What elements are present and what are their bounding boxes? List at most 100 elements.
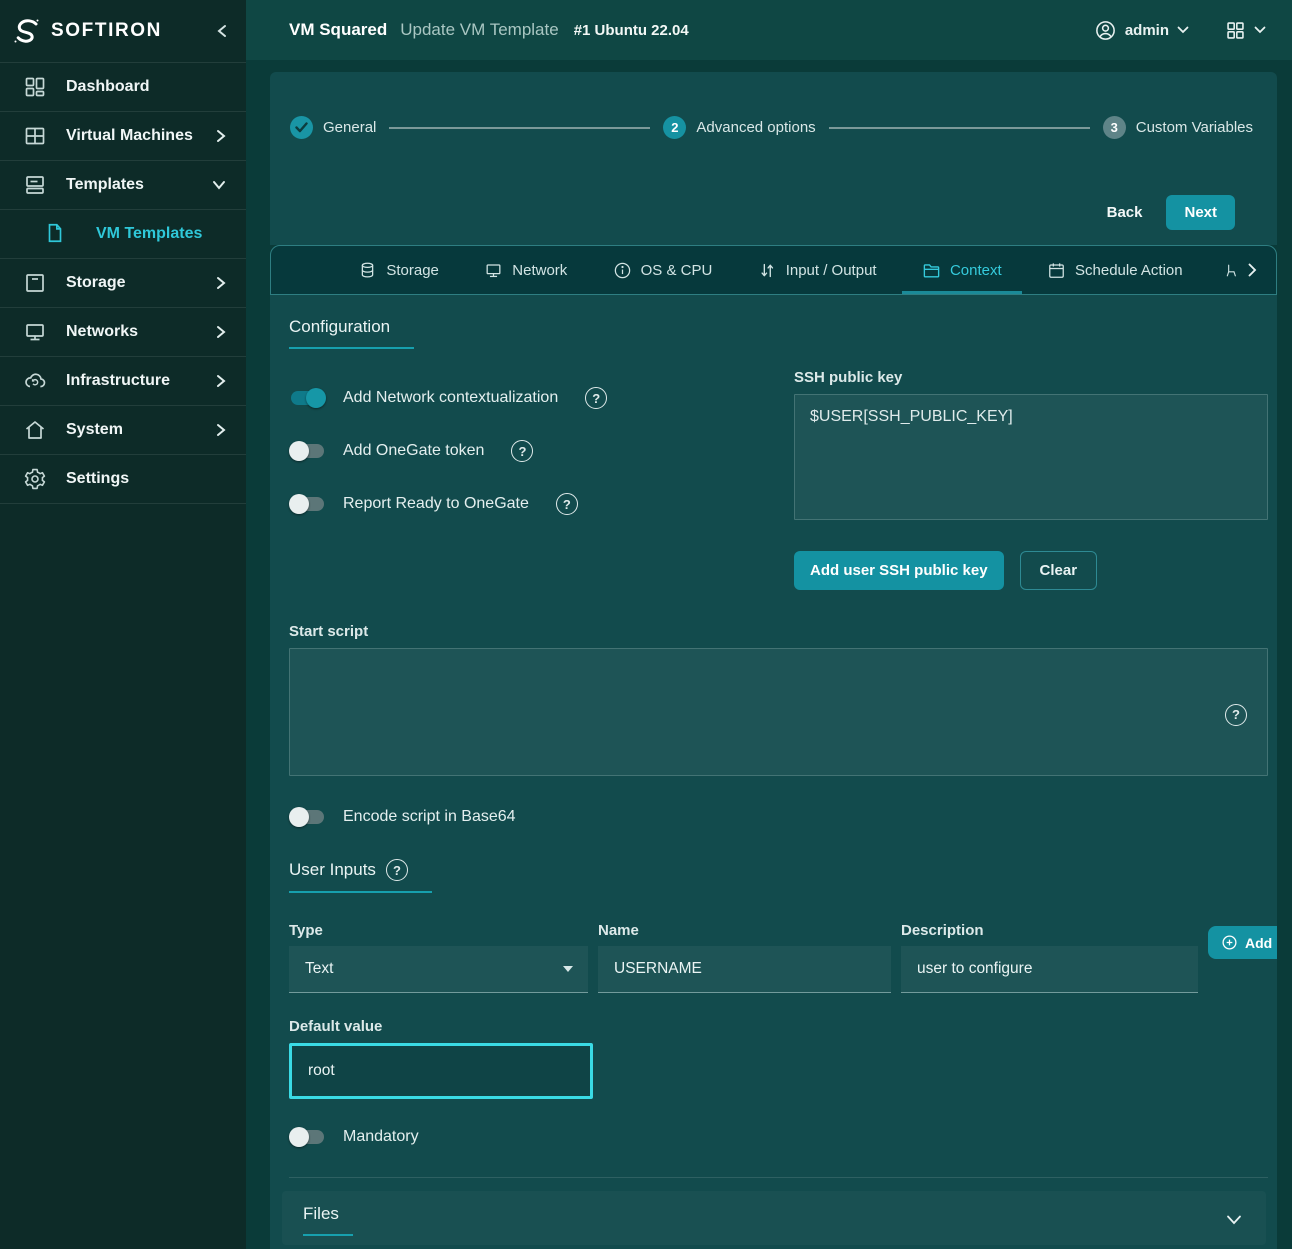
sidebar-item-virtual-machines[interactable]: Virtual Machines [0, 112, 246, 161]
toggle-label: Add OneGate token [343, 442, 484, 460]
section-divider [289, 1177, 1268, 1178]
page-title: Update VM Template [400, 20, 558, 40]
infrastructure-icon [23, 369, 47, 393]
chevron-down-icon[interactable] [1226, 1215, 1242, 1225]
clear-ssh-key-button[interactable]: Clear [1020, 551, 1098, 590]
add-button-label: Add [1245, 935, 1272, 951]
help-icon[interactable] [386, 859, 408, 881]
chevron-right-icon [216, 325, 226, 339]
tabs-scroll-right-icon[interactable] [1248, 263, 1257, 277]
step-custom-variables[interactable]: 3 Custom Variables [1103, 116, 1253, 139]
tab-list: Storage Network OS & CPU [271, 246, 1224, 294]
default-value-input[interactable] [289, 1043, 593, 1099]
ssh-key-textarea[interactable]: $USER[SSH_PUBLIC_KEY] [794, 394, 1268, 520]
apps-menu[interactable] [1225, 20, 1266, 41]
sidebar-item-vm-templates[interactable]: VM Templates [0, 210, 246, 259]
wizard-stepper-card: General 2 Advanced options 3 Custom Vari… [270, 72, 1277, 245]
toggle-switch[interactable] [289, 388, 326, 408]
app-title: VM Squared [289, 20, 387, 40]
toggle-label: Encode script in Base64 [343, 808, 516, 826]
toggle-add-network-contextualization: Add Network contextualization [289, 387, 794, 409]
sidebar-item-label: Networks [66, 323, 138, 341]
user-circle-icon [1094, 19, 1117, 42]
sidebar-menu: Dashboard Virtual Machines Templates [0, 62, 246, 504]
toggle-report-ready-onegate: Report Ready to OneGate [289, 493, 794, 515]
help-icon[interactable] [585, 387, 607, 409]
vm-templates-file-icon [44, 222, 68, 246]
toggle-switch[interactable] [289, 494, 326, 514]
files-accordion[interactable]: Files [282, 1191, 1266, 1245]
sidebar-item-label: Settings [66, 470, 129, 488]
type-label: Type [289, 922, 588, 939]
settings-gear-icon [23, 467, 47, 491]
add-user-ssh-key-button[interactable]: Add user SSH public key [794, 551, 1004, 590]
tab-label: Network [512, 262, 567, 279]
sidebar-item-infrastructure[interactable]: Infrastructure [0, 357, 246, 406]
virtual-machines-icon [23, 124, 47, 148]
toggle-switch[interactable] [289, 1127, 326, 1147]
help-icon[interactable] [1225, 704, 1247, 726]
sidebar-item-system[interactable]: System [0, 406, 246, 455]
sidebar-collapse-icon[interactable] [216, 24, 228, 38]
start-script-label: Start script [289, 623, 1268, 640]
sidebar-item-templates[interactable]: Templates [0, 161, 246, 210]
help-icon[interactable] [556, 493, 578, 515]
user-menu[interactable]: admin [1094, 19, 1189, 42]
ssh-key-actions: Add user SSH public key Clear [794, 551, 1268, 590]
tab-schedule-action[interactable]: Schedule Action [1043, 246, 1187, 294]
topbar-right: admin [1094, 19, 1266, 42]
description-input[interactable] [901, 946, 1198, 993]
name-input[interactable] [598, 946, 891, 993]
help-icon[interactable] [511, 440, 533, 462]
back-button[interactable]: Back [1107, 204, 1143, 221]
toggle-mandatory: Mandatory [289, 1127, 1268, 1147]
step-label: Advanced options [696, 119, 815, 136]
user-inputs-section-heading: User Inputs [289, 859, 432, 893]
chevron-right-icon [216, 129, 226, 143]
sidebar-item-networks[interactable]: Networks [0, 308, 246, 357]
toggle-switch[interactable] [289, 441, 326, 461]
section-title: User Inputs [289, 860, 376, 880]
tab-storage[interactable]: Storage [354, 246, 443, 294]
softiron-logo-icon [12, 16, 42, 46]
step-number: 3 [1103, 116, 1126, 139]
app-window: SOFTIRON Dashboard Virtual Machines [0, 0, 1292, 1249]
tab-os-cpu[interactable]: OS & CPU [609, 246, 717, 294]
tab-overflow [1224, 246, 1276, 294]
add-user-input-button[interactable]: Add [1208, 926, 1277, 959]
type-select[interactable]: Text [289, 946, 588, 993]
monitor-icon [484, 261, 503, 280]
name-label: Name [598, 922, 891, 939]
default-value-label: Default value [289, 1018, 1268, 1035]
toggle-add-onegate-token: Add OneGate token [289, 440, 794, 462]
sidebar-item-label: System [66, 421, 123, 439]
sidebar-item-dashboard[interactable]: Dashboard [0, 63, 246, 112]
tab-context[interactable]: Context [918, 246, 1006, 294]
tab-network[interactable]: Network [480, 246, 571, 294]
step-advanced-options[interactable]: 2 Advanced options [663, 116, 815, 139]
ssh-public-key-block: SSH public key $USER[SSH_PUBLIC_KEY] Add… [794, 355, 1268, 590]
start-script-textarea[interactable] [289, 648, 1268, 776]
templates-icon [23, 173, 47, 197]
wizard-nav: Back Next [290, 195, 1253, 230]
tab-label: Input / Output [786, 262, 877, 279]
section-tabs: Storage Network OS & CPU [270, 245, 1277, 295]
default-value-block: Default value [289, 1018, 1268, 1099]
section-title: Configuration [289, 317, 390, 337]
sidebar-item-settings[interactable]: Settings [0, 455, 246, 504]
description-label: Description [901, 922, 1198, 939]
toggle-switch[interactable] [289, 807, 326, 827]
sidebar-item-label: Storage [66, 274, 126, 292]
networks-icon [23, 320, 47, 344]
plus-circle-icon [1221, 934, 1238, 951]
sidebar-item-storage[interactable]: Storage [0, 259, 246, 308]
arrows-up-down-icon [758, 261, 777, 280]
tab-input-output[interactable]: Input / Output [754, 246, 881, 294]
sidebar: SOFTIRON Dashboard Virtual Machines [0, 0, 246, 1249]
configuration-toggles: Add Network contextualization Add OneGat… [289, 355, 794, 590]
user-name: admin [1125, 22, 1169, 39]
next-button[interactable]: Next [1166, 195, 1235, 230]
chevron-right-icon [216, 276, 226, 290]
main-area: VM Squared Update VM Template #1 Ubuntu … [246, 0, 1292, 1249]
step-general[interactable]: General [290, 116, 376, 139]
